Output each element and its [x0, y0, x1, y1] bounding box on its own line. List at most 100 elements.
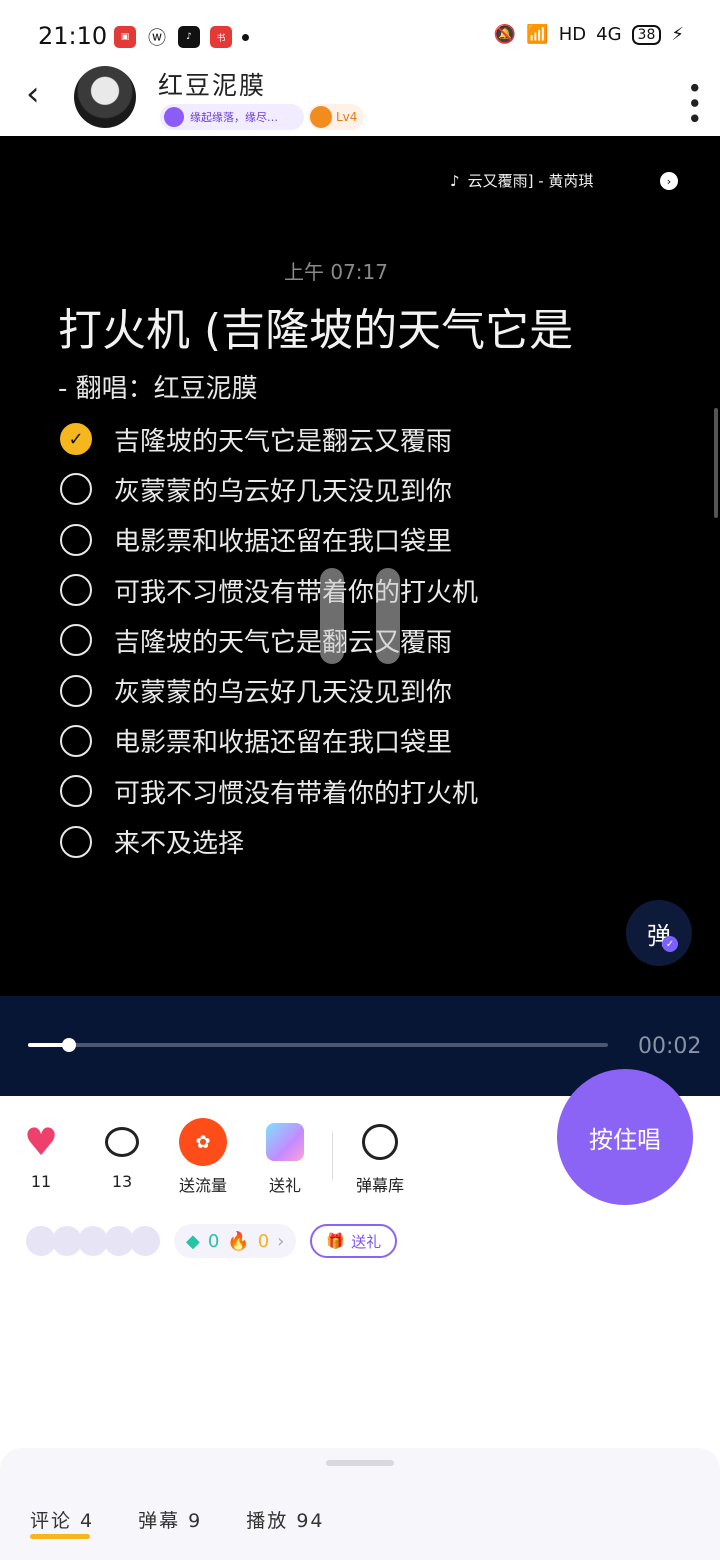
flame-icon: 🔥	[227, 1230, 250, 1252]
tab-plays[interactable]: 播放 94	[246, 1506, 324, 1533]
comment-icon	[105, 1127, 139, 1157]
send-flow-label: 送流量	[178, 1176, 227, 1195]
gift-counters[interactable]: ◆ 0 🔥 0 ›	[174, 1224, 297, 1258]
tab-danmu[interactable]: 弹幕 9	[138, 1506, 202, 1533]
progress-track[interactable]	[28, 1038, 608, 1052]
heart-icon: ♥	[23, 1120, 59, 1164]
lyric-line[interactable]: ✓ 吉隆坡的天气它是翻云又覆雨	[60, 414, 478, 464]
level-text: Lv4	[336, 110, 358, 124]
danmu-library-label: 弹幕库	[355, 1176, 404, 1195]
lyric-line[interactable]: 灰蒙蒙的乌云好几天没见到你	[60, 665, 478, 715]
giver-avatar	[130, 1226, 160, 1256]
divider	[332, 1132, 333, 1180]
song-subtitle: - 翻唱：红豆泥膜	[58, 374, 258, 404]
radio-icon	[60, 574, 92, 607]
tab-comments[interactable]: 评论 4	[30, 1506, 94, 1539]
mute-icon: 🔕	[493, 24, 517, 45]
elapsed-time: 00:02	[638, 1034, 702, 1059]
flame-count: 0	[257, 1230, 270, 1252]
gem-icon: ◆	[186, 1230, 200, 1252]
status-time: 21:10	[38, 22, 108, 50]
battery-icon: 38	[631, 24, 662, 45]
sheet-handle[interactable]	[326, 1460, 394, 1466]
pause-icon[interactable]	[320, 568, 400, 664]
hold-to-sing-button[interactable]: 按住唱	[557, 1069, 693, 1205]
lyric-line[interactable]: 来不及选择	[60, 816, 478, 866]
lyric-line[interactable]: 可我不习惯没有带着你的打火机	[60, 766, 478, 816]
gift-icon	[266, 1123, 304, 1161]
wifi-icon: 📶	[526, 24, 549, 45]
lyric-text: 灰蒙蒙的乌云好几天没见到你	[114, 476, 453, 507]
charging-icon: ⚡	[671, 24, 684, 45]
back-button[interactable]: ‹	[26, 74, 40, 114]
level-icon	[310, 106, 332, 128]
network-type: HD	[558, 24, 587, 45]
more-menu-icon[interactable]: •••	[678, 80, 708, 126]
gift-summary-row: ◆ 0 🔥 0 › 🎁 送礼	[26, 1224, 398, 1258]
lyric-line[interactable]: 灰蒙蒙的乌云好几天没见到你	[60, 464, 478, 514]
lyric-text: 电影票和收据还留在我口袋里	[114, 527, 453, 558]
lyric-line[interactable]: 可我不习惯没有带着你的打火机	[60, 565, 478, 615]
radio-icon	[60, 724, 92, 757]
radio-icon	[60, 674, 92, 707]
system-icons: 🔕 📶 HD 4G 38 ⚡	[494, 24, 684, 45]
notification-icons: ▣ ⓦ ♪ 书	[114, 26, 249, 49]
music-info[interactable]: ♪ 云又覆雨] - 黄芮琪	[450, 170, 593, 191]
signature-badge[interactable]: 缘起缘落，缘尽…	[160, 104, 304, 130]
lyric-text: 可我不习惯没有带着你的打火机	[114, 577, 479, 608]
lyric-text: 来不及选择	[114, 829, 245, 860]
send-gift-button[interactable]: 送礼	[245, 1118, 325, 1196]
lyrics-list: ✓ 吉隆坡的天气它是翻云又覆雨 灰蒙蒙的乌云好几天没见到你 电影票和收据还留在我口…	[60, 414, 478, 867]
chevron-right-icon: ›	[277, 1230, 285, 1252]
lyric-line[interactable]: 吉隆坡的天气它是翻云又覆雨	[60, 615, 478, 665]
music-note-icon: ♪	[450, 171, 460, 190]
song-title: 打火机 (吉隆坡的天气它是	[58, 305, 574, 356]
radio-icon	[60, 624, 92, 657]
radio-icon	[60, 473, 92, 506]
check-icon: ✓	[662, 936, 678, 952]
xiaohongshu-icon: 书	[210, 26, 232, 48]
lyric-text: 可我不习惯没有带着你的打火机	[114, 778, 479, 809]
send-gift-pill[interactable]: 🎁 送礼	[310, 1224, 398, 1258]
gift-small-icon: 🎁	[326, 1232, 346, 1250]
video-time-label: 上午 07:17	[284, 260, 388, 284]
radio-icon	[60, 523, 92, 556]
more-notifications-dot	[242, 33, 249, 41]
signature-text: 缘起缘落，缘尽…	[190, 111, 278, 124]
gift-givers[interactable]	[26, 1226, 160, 1256]
level-badge[interactable]: Lv4	[308, 104, 364, 130]
send-gift-pill-label: 送礼	[351, 1232, 382, 1251]
progress-thumb[interactable]	[61, 1038, 76, 1052]
send-flow-button[interactable]: ✿ 送流量	[163, 1118, 243, 1196]
flow-icon: ✿	[179, 1118, 227, 1166]
username[interactable]: 红豆泥膜	[158, 66, 266, 102]
lyric-line[interactable]: 电影票和收据还留在我口袋里	[60, 716, 478, 766]
music-title: 云又覆雨] - 黄芮琪	[467, 172, 594, 190]
lyric-text: 吉隆坡的天气它是翻云又覆雨	[114, 426, 453, 457]
planet-icon	[362, 1124, 398, 1160]
check-icon: ✓	[60, 423, 92, 456]
signal-icon: 4G	[596, 24, 622, 45]
gem-count: 0	[207, 1230, 220, 1252]
avatar[interactable]	[74, 66, 136, 128]
lyric-text: 吉隆坡的天气它是翻云又覆雨	[114, 627, 453, 658]
like-count: 11	[30, 1172, 52, 1191]
send-gift-label: 送礼	[268, 1176, 301, 1195]
tiktok-icon: ♪	[178, 26, 200, 48]
video-app-icon: ▣	[114, 26, 136, 48]
lyric-text: 灰蒙蒙的乌云好几天没见到你	[114, 678, 453, 709]
lyric-line[interactable]: 电影票和收据还留在我口袋里	[60, 515, 478, 565]
post-header: ‹ 红豆泥膜 缘起缘落，缘尽… Lv4 •••	[0, 60, 720, 136]
comments-sheet[interactable]: 评论 4 弹幕 9 播放 94	[0, 1448, 720, 1560]
weibo-icon: ⓦ	[148, 28, 166, 49]
comment-count: 13	[111, 1172, 133, 1191]
danmu-library-button[interactable]: 弹幕库	[340, 1118, 420, 1196]
radio-icon	[60, 825, 92, 858]
music-arrow-icon[interactable]: ›	[660, 172, 678, 190]
scrollbar[interactable]	[714, 408, 718, 518]
sheet-tabs: 评论 4 弹幕 9 播放 94	[30, 1506, 325, 1539]
comment-button[interactable]: 13	[82, 1118, 162, 1191]
like-button[interactable]: ♥ 11	[1, 1118, 81, 1191]
video-player[interactable]: ♪ 云又覆雨] - 黄芮琪 › 上午 07:17 打火机 (吉隆坡的天气它是 -…	[0, 136, 720, 996]
danmu-toggle-button[interactable]: 弹 ✓	[626, 900, 692, 966]
